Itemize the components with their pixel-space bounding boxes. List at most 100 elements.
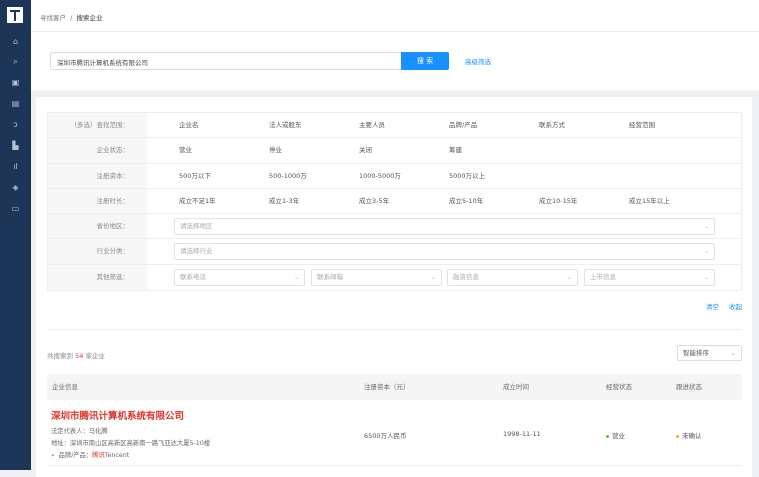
- scrollbar[interactable]: [752, 97, 759, 470]
- chevron-down-icon: ⌄: [703, 223, 709, 231]
- divider: [31, 31, 759, 32]
- filter-label: （多选）查找范围：: [48, 113, 147, 138]
- filter-option[interactable]: 成立不足1年: [179, 189, 216, 214]
- header: [31, 0, 759, 90]
- clear-link[interactable]: 清空: [706, 303, 719, 311]
- filter-label: 注册时长：: [48, 188, 147, 214]
- contact-icon[interactable]: ▣: [0, 78, 31, 87]
- filter-option[interactable]: 营业: [179, 138, 192, 163]
- advanced-filter-link[interactable]: 高级筛选: [465, 56, 491, 66]
- select-placeholder: 请选择行业: [180, 247, 213, 256]
- sort-value: 智能排序: [683, 349, 709, 357]
- brand-rest: Tencent: [104, 452, 130, 459]
- filter-option[interactable]: 主要人员: [359, 113, 385, 138]
- status-text: 营业: [612, 432, 625, 440]
- status-dot-icon: [606, 434, 609, 438]
- filter-option[interactable]: 经营范围: [629, 113, 655, 138]
- brand-highlight: 腾讯: [92, 452, 105, 459]
- filter-label: 注册资本：: [48, 163, 147, 188]
- filter-row-scope: （多选）查找范围： 企业名 法人或股东 主要人员 品牌/产品 联系方式 经营范围: [48, 113, 741, 139]
- filter-option[interactable]: 成立3-5年: [359, 189, 389, 214]
- result-count: 共搜索到 54 家企业: [47, 350, 105, 360]
- listing-select[interactable]: 上市信息 ⌄: [584, 268, 715, 286]
- filter-option[interactable]: 500-1000万: [269, 164, 307, 189]
- filter-label: 省份地区：: [48, 214, 147, 239]
- operating-status: 营业: [606, 430, 625, 440]
- filter-option[interactable]: 5000万以上: [449, 164, 485, 189]
- home-icon[interactable]: ⌂: [0, 37, 31, 46]
- chart-bar-icon[interactable]: ıl: [0, 162, 31, 171]
- founded: 1998-11-11: [503, 430, 541, 438]
- filter-actions: 清空 收起: [696, 301, 742, 311]
- filter-label: 企业状态：: [48, 138, 147, 163]
- region-select[interactable]: 请选择地区 ⌄: [174, 218, 715, 236]
- filter-option[interactable]: 法人或股东: [269, 113, 302, 138]
- filter-option[interactable]: 成立5-10年: [449, 189, 483, 214]
- search-button[interactable]: 搜 索: [401, 52, 449, 70]
- card-icon[interactable]: ▭: [0, 204, 31, 213]
- filter-option[interactable]: 品牌/产品: [449, 113, 477, 138]
- filter-table: （多选）查找范围： 企业名 法人或股东 主要人员 品牌/产品 联系方式 经营范围…: [47, 112, 742, 292]
- chart-area-icon[interactable]: ▙: [0, 141, 31, 150]
- select-placeholder: 联系邮箱: [317, 272, 343, 281]
- filter-option[interactable]: 成立10-15年: [539, 189, 577, 214]
- chevron-down-icon: ⌄: [703, 273, 709, 281]
- search-input[interactable]: 深圳市腾讯计算机系统有限公司: [50, 52, 402, 70]
- filter-label: 行业分类：: [48, 239, 147, 264]
- brand-label: 品牌/产品：: [58, 452, 93, 459]
- select-placeholder: 请选择地区: [180, 222, 213, 231]
- financing-select[interactable]: 融资信息 ⌄: [447, 268, 578, 286]
- breadcrumb-parent[interactable]: 寻找客户: [40, 14, 66, 22]
- collapse-link[interactable]: 收起: [729, 303, 742, 311]
- filter-row-status: 企业状态： 营业 停业 关闭 筹建: [48, 138, 741, 164]
- filter-option[interactable]: 成立15年以上: [629, 189, 670, 214]
- breadcrumb-current: 搜索企业: [76, 14, 103, 22]
- filter-option[interactable]: 关闭: [359, 138, 372, 163]
- breadcrumb: 寻找客户 / 搜索企业: [40, 12, 102, 22]
- search-icon: ⌕: [51, 452, 55, 459]
- key-icon[interactable]: ↄ: [0, 120, 31, 129]
- sort-select[interactable]: 智能排序 ⌄: [677, 345, 742, 361]
- column-header: 企业信息: [52, 383, 78, 391]
- chevron-down-icon: ⌄: [703, 248, 709, 256]
- filter-option[interactable]: 筹建: [449, 138, 462, 163]
- phone-select[interactable]: 联系电话 ⌄: [174, 268, 305, 286]
- filter-option[interactable]: 停业: [269, 138, 282, 163]
- filter-option[interactable]: 企业名: [179, 113, 199, 138]
- select-placeholder: 上市信息: [590, 272, 616, 281]
- filter-option[interactable]: 联系方式: [539, 113, 565, 138]
- address: 地址：深圳市南山区高新区高新南一路飞亚达大厦5-10楼: [51, 440, 211, 447]
- company-name-link[interactable]: 深圳市腾讯计算机系统有限公司: [51, 408, 184, 422]
- filter-option[interactable]: 成立1-3年: [269, 189, 299, 214]
- logo[interactable]: [7, 7, 23, 23]
- filter-row-region: 省份地区： 请选择地区 ⌄: [48, 214, 741, 240]
- tag-icon[interactable]: ◈: [0, 183, 31, 192]
- filter-row-industry: 行业分类： 请选择行业 ⌄: [48, 239, 741, 265]
- column-header: 成立时间: [503, 383, 529, 391]
- column-header: 跟进状态: [676, 383, 702, 391]
- breadcrumb-sep: /: [70, 14, 73, 22]
- capital: 6500万人民币: [364, 432, 407, 440]
- email-select[interactable]: 联系邮箱 ⌄: [311, 268, 442, 286]
- divider: [47, 329, 742, 330]
- industry-select[interactable]: 请选择行业 ⌄: [174, 243, 715, 261]
- select-placeholder: 联系电话: [180, 272, 206, 281]
- list-icon[interactable]: ▤: [0, 99, 31, 108]
- table-header: 企业信息 注册资本（元） 成立时间 经营状态 跟进状态: [47, 374, 742, 400]
- search-icon[interactable]: ⌕: [0, 57, 31, 67]
- count-prefix: 共搜索到: [47, 352, 73, 360]
- count-suffix: 家企业: [85, 352, 105, 360]
- filter-option[interactable]: 500万以下: [179, 164, 211, 189]
- count-number: 54: [75, 352, 84, 360]
- sidebar: ⌂ ⌕ ▣ ▤ ↄ ▙ ıl ◈ ▭: [0, 0, 31, 470]
- follow-status: 未确认: [676, 430, 702, 440]
- legal-rep: 法定代表人：马化腾: [51, 428, 108, 435]
- filter-row-capital: 注册资本： 500万以下 500-1000万 1000-5000万 5000万以…: [48, 163, 741, 189]
- results-card: （多选）查找范围： 企业名 法人或股东 主要人员 品牌/产品 联系方式 经营范围…: [36, 97, 752, 477]
- brand: ⌕ 品牌/产品：腾讯Tencent: [51, 450, 129, 460]
- filter-option[interactable]: 1000-5000万: [359, 164, 401, 189]
- chevron-down-icon: ⌄: [293, 273, 299, 281]
- column-header: 经营状态: [606, 383, 632, 391]
- select-placeholder: 融资信息: [453, 272, 479, 281]
- filter-label: 其他筛选：: [48, 264, 147, 291]
